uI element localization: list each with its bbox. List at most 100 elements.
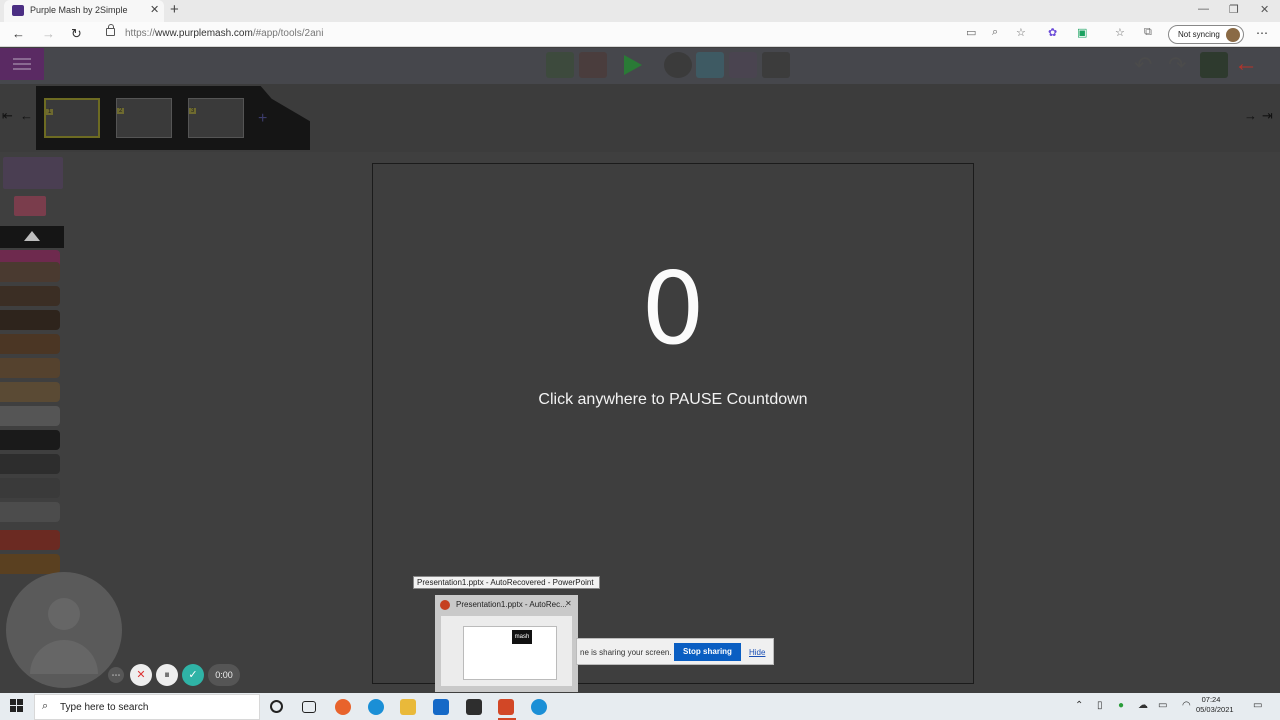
frame-thumbnail[interactable]: 3 xyxy=(188,98,244,138)
browser-tab-strip: Purple Mash by 2Simple ✕ + — ❐ ✕ xyxy=(0,0,1280,22)
mail-icon[interactable] xyxy=(433,699,449,715)
color-pen[interactable] xyxy=(0,406,60,426)
brush-tool-button[interactable] xyxy=(3,157,63,189)
taskbar-search-box[interactable]: ⌕ Type here to search xyxy=(34,694,260,720)
search-placeholder: Type here to search xyxy=(60,702,149,713)
pause-countdown-text[interactable]: Click anywhere to PAUSE Countdown xyxy=(372,391,974,409)
wifi-icon[interactable]: ◠ xyxy=(1182,700,1191,711)
extension-icon[interactable]: ✿ xyxy=(1048,26,1057,39)
security-icon[interactable]: ● xyxy=(1118,700,1124,711)
webcam-placeholder-head xyxy=(48,598,80,630)
background-image-icon[interactable] xyxy=(696,52,724,78)
task-view-icon[interactable] xyxy=(302,701,316,713)
camera-capture-icon[interactable] xyxy=(729,52,757,78)
color-pen[interactable] xyxy=(0,502,60,522)
lock-icon[interactable] xyxy=(106,24,115,36)
search-icon: ⌕ xyxy=(42,700,49,712)
dropbox-icon[interactable] xyxy=(466,699,482,715)
frame-thumbnail[interactable]: 1 xyxy=(44,98,100,138)
address-bar: ← → ↻ https://www.purplemash.com/#app/to… xyxy=(0,22,1280,47)
back-button[interactable]: ← xyxy=(12,26,25,41)
camera-icon[interactable]: ▭ xyxy=(966,26,976,39)
color-pen[interactable] xyxy=(0,430,60,450)
redo-icon[interactable]: ↷ xyxy=(1168,52,1186,78)
battery-icon[interactable]: ▯ xyxy=(1097,700,1103,711)
url-field[interactable]: https://www.purplemash.com/#app/tools/2a… xyxy=(125,28,323,39)
thumbnail-title: Presentation1.pptx - AutoRec... xyxy=(456,600,567,609)
export-animation-icon[interactable] xyxy=(1200,52,1228,78)
frame-number: 3 xyxy=(189,108,197,114)
hide-link[interactable]: Hide xyxy=(749,648,765,657)
taskbar-clock[interactable]: 07:24 05/03/2021 xyxy=(1196,695,1234,715)
forward-button[interactable]: → xyxy=(42,26,55,41)
favorite-add-icon[interactable]: ☆ xyxy=(1016,26,1026,39)
close-tab-icon[interactable]: ✕ xyxy=(150,3,159,16)
collections-icon[interactable]: ⧉ xyxy=(1144,26,1152,39)
color-pen[interactable] xyxy=(0,334,60,354)
minimize-button[interactable]: — xyxy=(1198,3,1209,15)
new-tab-button[interactable]: + xyxy=(170,1,179,18)
profile-sync-button[interactable]: Not syncing xyxy=(1168,25,1244,44)
favorites-icon[interactable]: ☆ xyxy=(1115,26,1125,39)
refresh-button[interactable]: ↻ xyxy=(71,26,82,42)
recorder-pause-button[interactable]: ⏸ xyxy=(156,664,178,686)
edge-icon[interactable] xyxy=(368,699,384,715)
show-hidden-icons-icon[interactable]: ⌃ xyxy=(1075,700,1083,711)
powerpoint-taskbar-icon[interactable] xyxy=(498,699,514,715)
tab-title: Purple Mash by 2Simple xyxy=(30,5,128,15)
stop-sharing-button[interactable]: Stop sharing xyxy=(674,643,741,661)
url-domain: www.purplemash.com xyxy=(155,28,253,39)
grammarly-icon[interactable]: ▣ xyxy=(1077,26,1087,39)
add-frame-button[interactable]: + xyxy=(258,110,267,128)
scroll-last-icon[interactable]: ⇥ xyxy=(1262,108,1273,124)
url-path: /#app/tools/2ani xyxy=(252,28,324,39)
exit-arrow-icon[interactable]: ← xyxy=(1234,50,1258,78)
color-pen[interactable] xyxy=(0,382,60,402)
clock-date: 05/03/2021 xyxy=(1196,705,1234,714)
play-icon[interactable] xyxy=(624,55,642,75)
add-sound-icon[interactable] xyxy=(762,52,790,78)
cortana-icon[interactable] xyxy=(270,700,283,713)
browser-tab[interactable]: Purple Mash by 2Simple ✕ xyxy=(4,0,164,22)
onion-skin-icon[interactable] xyxy=(664,52,692,78)
scroll-right-icon[interactable]: → xyxy=(1244,108,1257,123)
recorder-cancel-button[interactable]: ✕ xyxy=(130,664,152,686)
color-pen[interactable] xyxy=(0,454,60,474)
scroll-first-icon[interactable]: ⇤ xyxy=(2,108,13,124)
hamburger-menu-button[interactable] xyxy=(0,48,44,80)
restore-button[interactable]: ❐ xyxy=(1229,3,1239,16)
onedrive-icon[interactable]: ☁ xyxy=(1138,700,1148,711)
share-message: ne is sharing your screen. xyxy=(580,648,672,657)
screen-share-bar: ne is sharing your screen. Stop sharing … xyxy=(576,638,774,665)
edge-icon[interactable] xyxy=(531,699,547,715)
color-pen[interactable] xyxy=(0,358,60,378)
display-icon[interactable]: ▭ xyxy=(1158,700,1167,711)
close-icon[interactable]: ✕ xyxy=(565,599,572,608)
recorder-confirm-button[interactable]: ✓ xyxy=(182,664,204,686)
file-explorer-icon[interactable] xyxy=(400,699,416,715)
palette-scroll-up-icon[interactable] xyxy=(24,231,40,241)
close-window-button[interactable]: ✕ xyxy=(1260,3,1269,16)
frame-thumbnail[interactable]: 2 xyxy=(116,98,172,138)
eraser-tool-button[interactable] xyxy=(14,196,46,216)
more-menu-icon[interactable]: ⋯ xyxy=(1256,26,1268,40)
recorder-more-icon[interactable]: ⋯ xyxy=(108,667,124,683)
frame-number: 2 xyxy=(117,108,125,114)
add-frame-icon[interactable] xyxy=(546,52,574,78)
zoom-icon[interactable]: ⌕ xyxy=(992,26,998,39)
url-scheme: https:// xyxy=(125,28,156,39)
notifications-icon[interactable]: ▭ xyxy=(1253,700,1262,711)
color-pen[interactable] xyxy=(0,310,60,330)
color-pen[interactable] xyxy=(0,530,60,550)
delete-frame-icon[interactable] xyxy=(579,52,607,78)
undo-icon[interactable]: ↶ xyxy=(1134,52,1152,78)
firefox-icon[interactable] xyxy=(335,699,351,715)
color-pen[interactable] xyxy=(0,554,60,574)
windows-start-icon[interactable] xyxy=(10,699,23,712)
color-pen[interactable] xyxy=(0,262,60,282)
color-pen[interactable] xyxy=(0,286,60,306)
scroll-left-icon[interactable]: ← xyxy=(20,108,33,123)
taskbar-tooltip: Presentation1.pptx - AutoRecovered - Pow… xyxy=(413,576,600,589)
powerpoint-thumbnail-preview[interactable]: Presentation1.pptx - AutoRec... ✕ mash xyxy=(435,595,578,692)
color-pen[interactable] xyxy=(0,478,60,498)
